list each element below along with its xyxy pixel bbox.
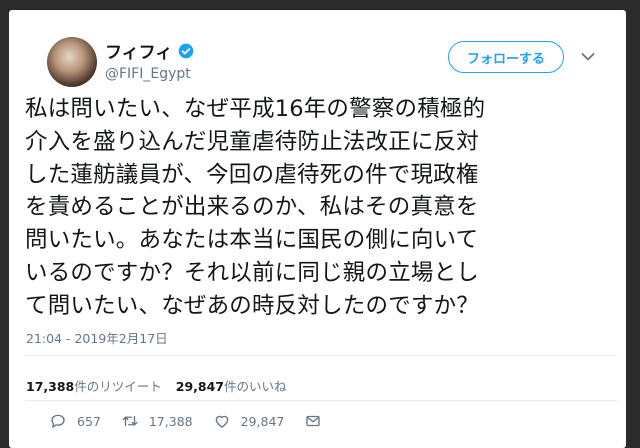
retweet-action-count: 17,388 [148,413,193,429]
retweets-label: 件のリツイート [74,379,162,394]
chevron-down-icon[interactable] [581,52,595,62]
tweet-card: フィフィ @FIFI_Egypt フォローする 私は問いたい、なぜ平成16年の警… [9,10,626,448]
retweet-button[interactable]: 17,388 [121,412,193,430]
retweets-count: 17,388 [26,379,75,394]
likes-label: 件のいいね [224,379,287,394]
heart-icon [215,415,228,428]
engagement-stats: 17,388件のリツイート 29,847件のいいね [26,376,287,395]
likes-count: 29,847 [175,379,225,394]
divider [25,400,617,401]
reply-count: 657 [77,413,101,429]
tweet-text: 私は問いたい、なぜ平成16年の警察の積極的 介入を盛り込んだ児童虐待防止法改正に… [25,96,486,319]
reply-icon [51,414,65,428]
author-handle[interactable]: @FIFI_Egypt [105,66,191,82]
author-row: フィフィ [105,38,194,63]
author-name[interactable]: フィフィ [105,38,172,63]
mail-icon [306,415,321,427]
avatar[interactable] [47,37,97,87]
follow-button[interactable]: フォローする [448,41,564,73]
retweet-icon [122,415,138,427]
reply-button[interactable]: 657 [49,412,101,430]
like-action-count: 29,847 [240,413,285,429]
verified-badge-icon [178,43,194,58]
message-button[interactable] [304,412,332,430]
divider [25,355,617,356]
retweets-stat[interactable]: 17,388件のリツイート [26,379,162,394]
tweet-timestamp[interactable]: 21:04 - 2019年2月17日 [26,328,168,347]
likes-stat[interactable]: 29,847件のいいね [176,379,287,394]
like-button[interactable]: 29,847 [213,412,285,430]
action-bar: 657 17,388 29,847 [49,412,352,430]
